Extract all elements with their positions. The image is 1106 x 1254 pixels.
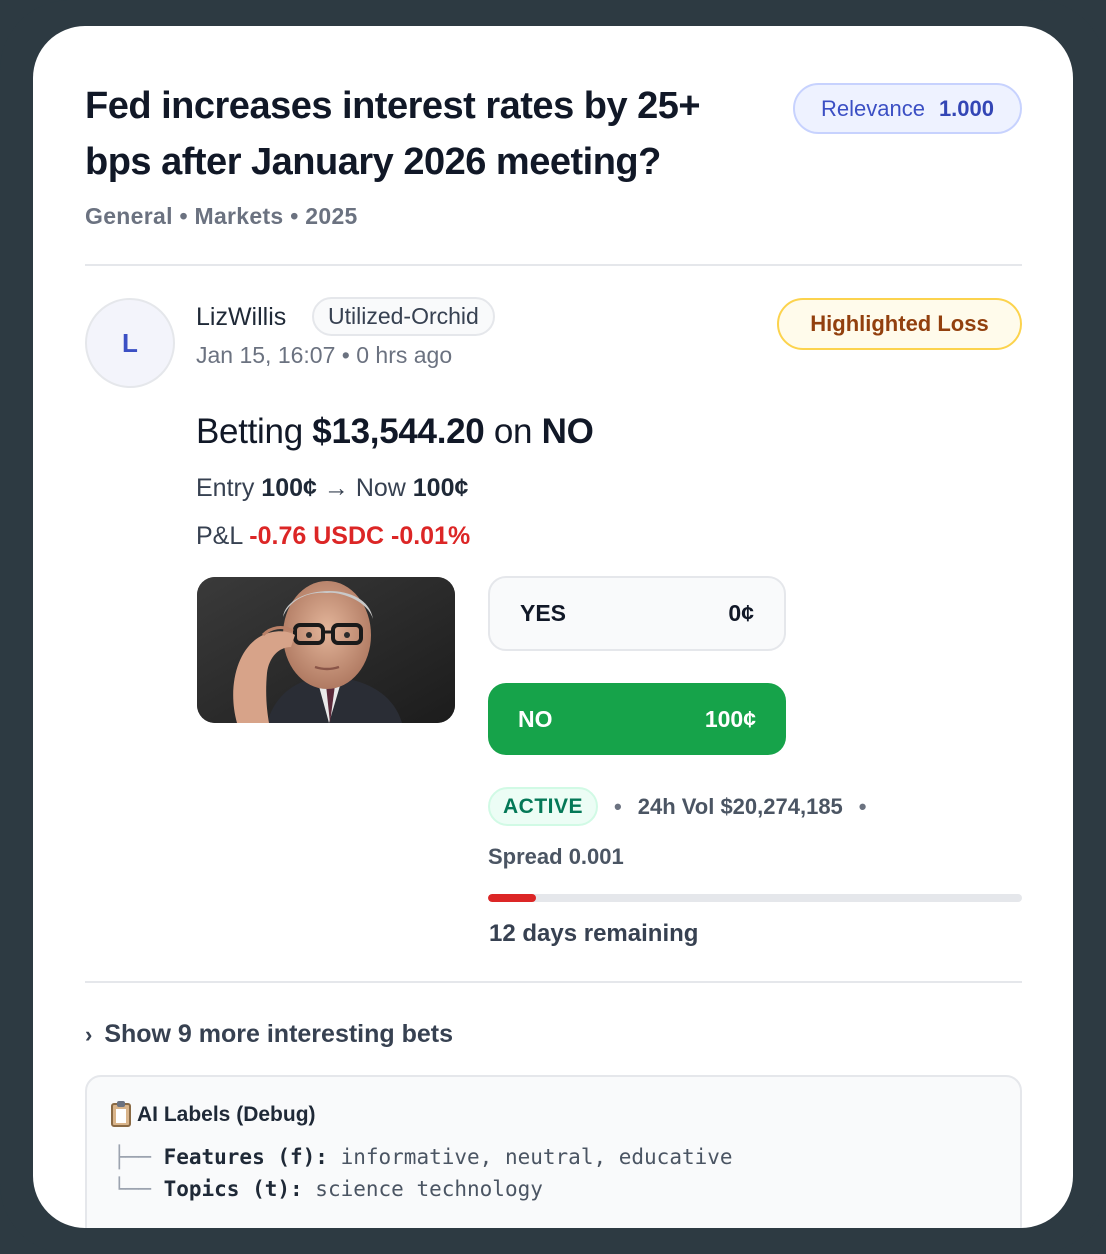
debug-title-label: AI Labels (Debug) (137, 1103, 316, 1126)
entry-line: Entry 100¢ → Now 100¢ (196, 474, 468, 503)
topics-key: Topics (t): (163, 1177, 303, 1201)
bet-prefix: Betting (196, 412, 313, 451)
outcome-no-price: 100¢ (704, 705, 756, 732)
outcome-yes-button[interactable]: YES 0¢ (488, 576, 786, 651)
chevron-right-icon: › (85, 1021, 93, 1047)
show-more-label: Show 9 more interesting bets (104, 1020, 454, 1048)
username[interactable]: LizWillis (196, 303, 286, 332)
bet-card: Fed increases interest rates by 25+ bps … (33, 26, 1073, 1228)
tree-end-icon: └── (113, 1177, 164, 1201)
outcome-yes-label: YES (520, 600, 567, 626)
debug-title: AI Labels (Debug) (111, 1101, 316, 1127)
time-progress-bar (488, 894, 1022, 902)
now-value: 100¢ (412, 474, 469, 502)
days-remaining: 12 days remaining (489, 920, 699, 947)
pnl-value: -0.76 USDC -0.01% (249, 522, 471, 550)
avatar-initial: L (122, 327, 138, 358)
bet-side: NO (541, 412, 594, 451)
spread-text: Spread 0.001 (488, 844, 624, 869)
bet-mid: on (484, 412, 542, 451)
avatar[interactable]: L (85, 298, 175, 388)
market-stats-row: ACTIVE • 24h Vol $20,274,185 • (488, 787, 883, 826)
market-meta: General • Markets • 2025 (85, 203, 358, 229)
highlighted-loss-badge: Highlighted Loss (777, 298, 1022, 350)
features-value: informative, neutral, educative (327, 1145, 733, 1169)
features-key: Features (f): (163, 1145, 328, 1169)
debug-features-line: ├── Features (f): informative, neutral, … (113, 1145, 733, 1169)
bet-summary: Betting $13,544.20 on NO (196, 412, 594, 452)
entry-label: Entry (196, 474, 262, 502)
market-title[interactable]: Fed increases interest rates by 25+ bps … (85, 78, 745, 190)
show-more-bets-toggle[interactable]: › Show 9 more interesting bets (85, 1020, 453, 1049)
ai-labels-debug-panel: AI Labels (Debug) ├── Features (f): info… (85, 1075, 1022, 1228)
pnl-line: P&L -0.76 USDC -0.01% (196, 522, 470, 551)
time-progress-fill (488, 894, 537, 902)
outcome-yes-price: 0¢ (728, 600, 754, 626)
volume-text: 24h Vol $20,274,185 (637, 793, 843, 819)
divider (85, 981, 1022, 983)
status-badge: ACTIVE (488, 787, 599, 826)
market-image[interactable] (197, 577, 455, 723)
timestamp: Jan 15, 16:07 • 0 hrs ago (196, 342, 453, 368)
bet-amount: $13,544.20 (312, 412, 485, 451)
topics-value: science technology (302, 1177, 543, 1201)
arrow-now: → Now (316, 474, 413, 502)
entry-value: 100¢ (261, 474, 317, 502)
relevance-label: Relevance (820, 95, 925, 121)
pnl-label: P&L (196, 522, 250, 550)
tree-branch-icon: ├── (113, 1145, 164, 1169)
divider (85, 264, 1022, 266)
clipboard-icon (111, 1101, 131, 1127)
separator-dot: • (614, 793, 622, 819)
separator-dot: • (858, 793, 867, 819)
outcome-no-label: NO (518, 705, 553, 732)
outcome-no-button[interactable]: NO 100¢ (488, 683, 786, 755)
user-tag: Utilized-Orchid (312, 297, 495, 336)
relevance-value: 1.000 (938, 95, 994, 121)
relevance-badge: Relevance 1.000 (793, 83, 1022, 134)
debug-topics-line: └── Topics (t): science technology (113, 1177, 543, 1201)
portrait-image (197, 577, 455, 723)
